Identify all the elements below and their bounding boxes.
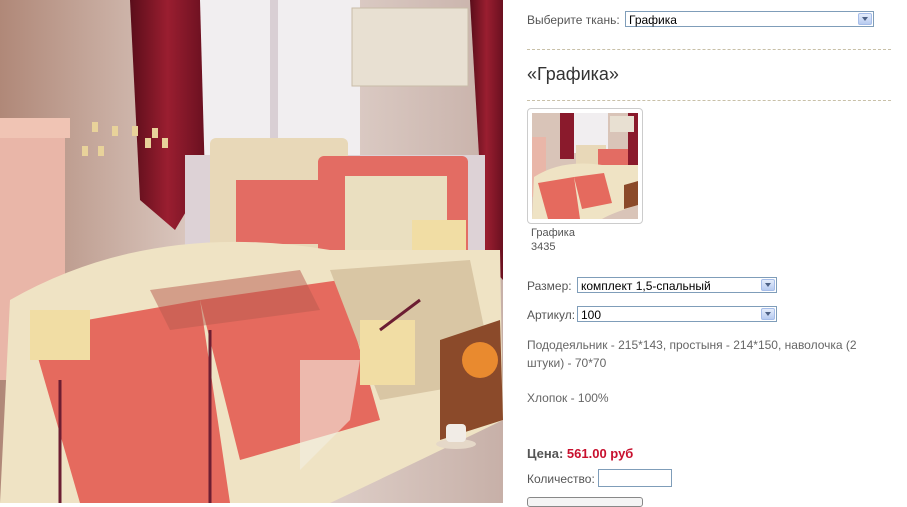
divider	[527, 100, 891, 101]
size-select-value: комплект 1,5-спальный	[581, 279, 711, 293]
product-description: Пододеяльник - 215*143, простыня - 214*1…	[527, 338, 857, 370]
divider	[527, 49, 891, 50]
chevron-down-icon[interactable]	[858, 13, 872, 25]
product-panel: Выберите ткань: Графика «Графика» График…	[527, 0, 891, 507]
thumbnail-name: Графика	[531, 227, 575, 239]
add-to-cart-button[interactable]	[527, 497, 643, 507]
fabric-select[interactable]: Графика	[625, 11, 874, 27]
product-thumbnail[interactable]	[527, 108, 643, 224]
article-select[interactable]: 100	[577, 306, 777, 322]
fabric-select-value: Графика	[629, 13, 677, 27]
price-label: Цена:	[527, 446, 564, 461]
chevron-down-icon[interactable]	[761, 308, 775, 320]
price: Цена: 561.00 руб	[527, 446, 633, 461]
product-photo[interactable]	[0, 0, 503, 503]
size-select[interactable]: комплект 1,5-спальный	[577, 277, 777, 293]
chevron-down-icon[interactable]	[761, 279, 775, 291]
quantity-label: Количество:	[527, 472, 595, 486]
product-title: «Графика»	[527, 64, 619, 84]
thumbnail-code: 3435	[531, 241, 556, 253]
material-composition: Хлопок - 100%	[527, 391, 609, 405]
article-select-value: 100	[581, 308, 602, 322]
size-select-label: Размер:	[527, 279, 572, 293]
article-select-label: Артикул:	[527, 308, 576, 322]
fabric-select-label: Выберите ткань:	[527, 13, 620, 27]
quantity-input[interactable]	[598, 469, 672, 487]
price-value: 561.00 руб	[566, 446, 634, 461]
